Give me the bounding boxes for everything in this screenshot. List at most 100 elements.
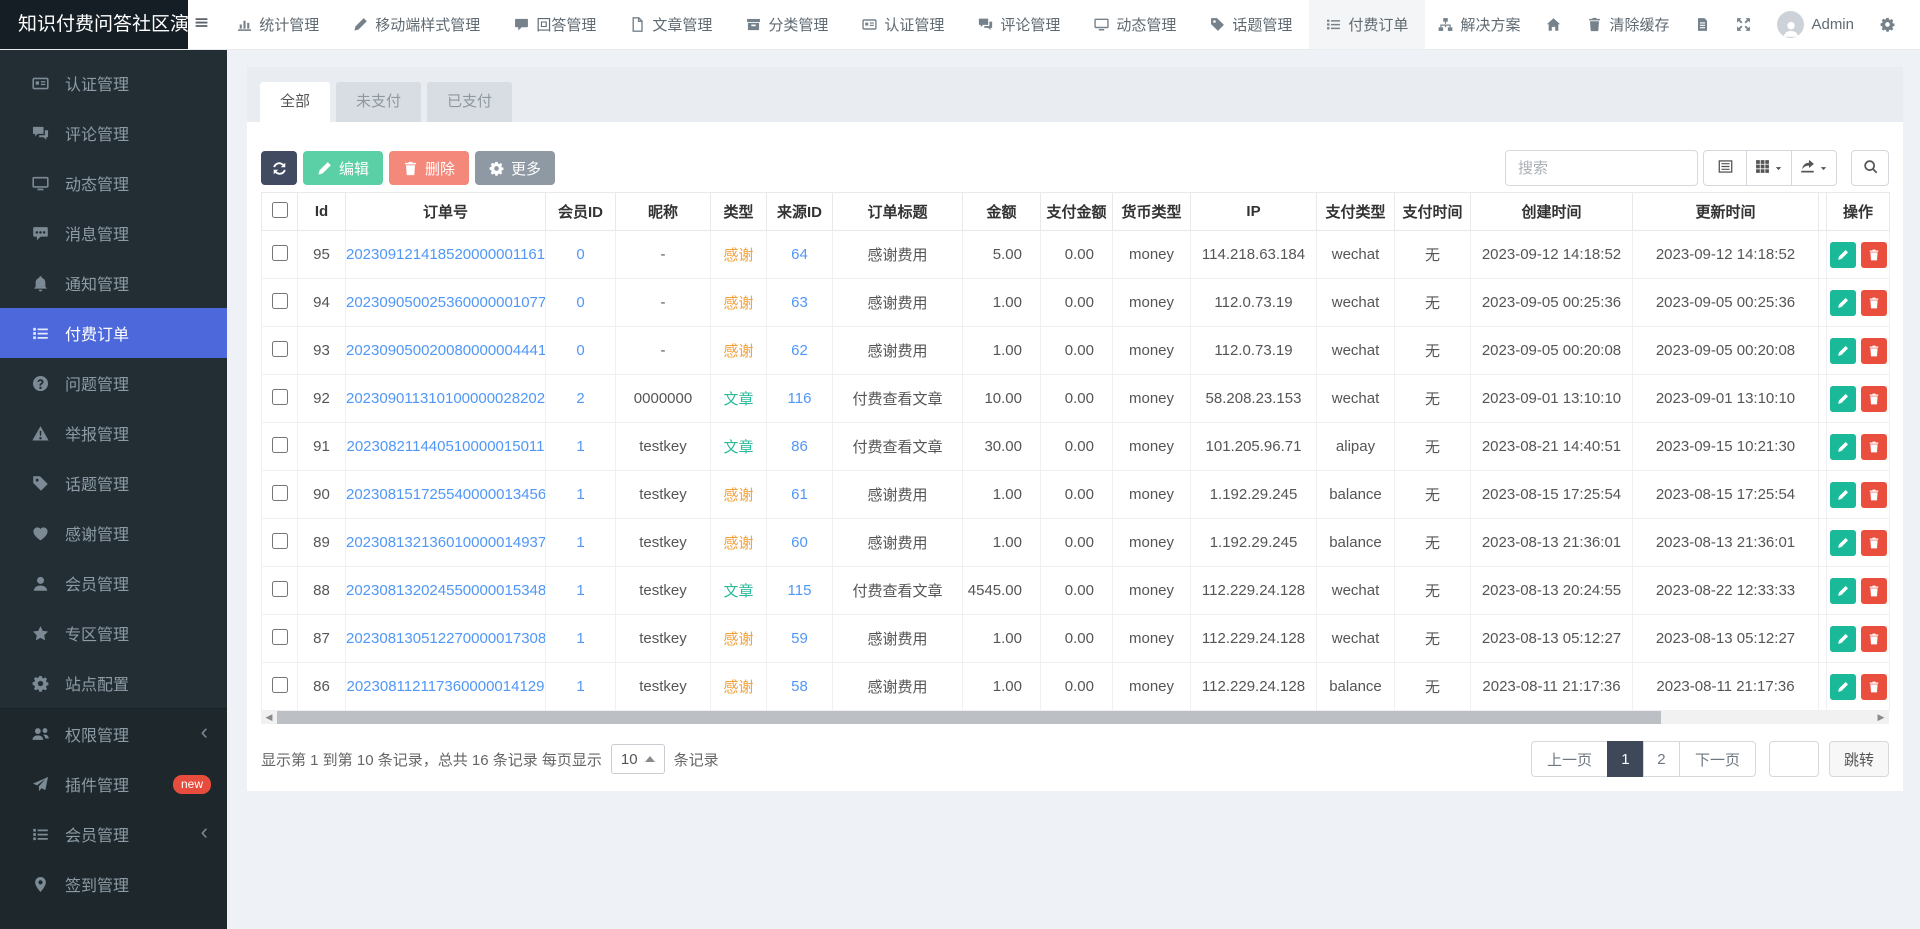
cell-order-no-link[interactable]: 202309050020080000004441 <box>346 342 546 359</box>
sidebar-item[interactable]: 签到管理 <box>0 859 227 909</box>
page-number-button[interactable]: 1 <box>1607 741 1644 777</box>
cell-member-id-link[interactable]: 1 <box>576 438 584 455</box>
scroll-right-arrow[interactable]: ▶ <box>1873 711 1889 724</box>
sidebar-item[interactable]: 感谢管理 <box>0 508 227 558</box>
tab-inactive[interactable]: 未支付 <box>336 82 421 122</box>
cell-member-id-link[interactable]: 1 <box>576 678 584 695</box>
jump-button[interactable]: 跳转 <box>1829 741 1889 777</box>
sidebar-item[interactable]: 话题管理 <box>0 458 227 508</box>
row-checkbox[interactable] <box>272 437 288 453</box>
row-checkbox[interactable] <box>272 293 288 309</box>
top-nav-item[interactable]: 动态管理 <box>1077 0 1193 49</box>
page-size-select[interactable]: 10 <box>611 744 665 774</box>
row-edit-button[interactable] <box>1830 626 1856 652</box>
scrollbar-thumb[interactable] <box>277 711 1661 724</box>
cell-order-no-link[interactable]: 202308211440510000015011 <box>347 438 545 455</box>
row-delete-button[interactable] <box>1861 482 1887 508</box>
row-delete-button[interactable] <box>1861 434 1887 460</box>
top-nav-item[interactable]: Admin <box>1764 0 1867 49</box>
row-delete-button[interactable] <box>1861 290 1887 316</box>
sidebar-item[interactable]: 举报管理 <box>0 408 227 458</box>
sidebar-item[interactable]: 通知管理 <box>0 258 227 308</box>
cell-source-id-link[interactable]: 63 <box>791 294 808 311</box>
cell-source-id-link[interactable]: 58 <box>791 678 808 695</box>
top-nav-icon-button[interactable] <box>1533 0 1574 49</box>
sidebar-item[interactable]: 权限管理‹ <box>0 709 227 759</box>
cell-order-no-link[interactable]: 202309011310100000028202 <box>346 390 545 407</box>
refresh-button[interactable] <box>261 151 297 185</box>
top-nav-item[interactable]: 认证管理 <box>845 0 961 49</box>
row-edit-button[interactable] <box>1830 674 1856 700</box>
cell-order-no-link[interactable]: 202308132024550000015348 <box>346 582 546 599</box>
top-nav-icon-button[interactable] <box>1867 0 1908 49</box>
sidebar-item[interactable]: 问题管理 <box>0 358 227 408</box>
row-edit-button[interactable] <box>1830 290 1856 316</box>
sidebar-item[interactable]: 会员管理 <box>0 558 227 608</box>
select-all-checkbox[interactable] <box>272 202 288 218</box>
top-nav-item[interactable]: 付费订单 <box>1309 0 1425 49</box>
top-nav-icon-button[interactable] <box>1723 0 1764 49</box>
cell-member-id-link[interactable]: 1 <box>576 582 584 599</box>
cell-source-id-link[interactable]: 64 <box>791 246 808 263</box>
cell-member-id-link[interactable]: 0 <box>576 294 584 311</box>
row-checkbox[interactable] <box>272 245 288 261</box>
row-edit-button[interactable] <box>1830 242 1856 268</box>
row-edit-button[interactable] <box>1830 578 1856 604</box>
row-delete-button[interactable] <box>1861 578 1887 604</box>
sidebar-item[interactable]: 站点配置 <box>0 658 227 708</box>
top-nav-item[interactable]: 回答管理 <box>497 0 613 49</box>
sidebar-item[interactable]: 认证管理 <box>0 58 227 108</box>
row-delete-button[interactable] <box>1861 386 1887 412</box>
row-edit-button[interactable] <box>1830 386 1856 412</box>
next-page-button[interactable]: 下一页 <box>1679 741 1756 777</box>
columns-button[interactable] <box>1746 150 1792 186</box>
cell-member-id-link[interactable]: 0 <box>576 342 584 359</box>
row-checkbox[interactable] <box>272 581 288 597</box>
cell-order-no-link[interactable]: 202309050025360000001077 <box>346 294 546 311</box>
cell-member-id-link[interactable]: 0 <box>576 246 584 263</box>
row-delete-button[interactable] <box>1861 530 1887 556</box>
row-edit-button[interactable] <box>1830 530 1856 556</box>
export-button[interactable] <box>1791 150 1837 186</box>
cell-order-no-link[interactable]: 202308112117360000014129 <box>347 678 545 695</box>
row-delete-button[interactable] <box>1861 338 1887 364</box>
row-checkbox[interactable] <box>272 677 288 693</box>
cell-member-id-link[interactable]: 1 <box>576 630 584 647</box>
row-checkbox[interactable] <box>272 485 288 501</box>
edit-button[interactable]: 编辑 <box>303 151 383 185</box>
more-button[interactable]: 更多 <box>475 151 555 185</box>
top-nav-item[interactable]: 移动端样式管理 <box>336 0 497 49</box>
top-nav-item[interactable]: 清除缓存 <box>1574 0 1682 49</box>
cell-member-id-link[interactable]: 2 <box>576 390 584 407</box>
cell-source-id-link[interactable]: 60 <box>791 534 808 551</box>
sidebar-toggle-button[interactable] <box>188 0 214 49</box>
row-checkbox[interactable] <box>272 533 288 549</box>
card-view-button[interactable] <box>1703 150 1747 186</box>
cell-source-id-link[interactable]: 116 <box>788 390 812 407</box>
row-edit-button[interactable] <box>1830 482 1856 508</box>
top-nav-item[interactable]: 分类管理 <box>729 0 845 49</box>
row-delete-button[interactable] <box>1861 242 1887 268</box>
cell-source-id-link[interactable]: 62 <box>791 342 808 359</box>
row-delete-button[interactable] <box>1861 674 1887 700</box>
top-nav-icon-button[interactable] <box>1682 0 1723 49</box>
jump-page-input[interactable] <box>1769 741 1819 777</box>
row-checkbox[interactable] <box>272 389 288 405</box>
sidebar-item[interactable]: 动态管理 <box>0 158 227 208</box>
tab-inactive[interactable]: 已支付 <box>427 82 512 122</box>
prev-page-button[interactable]: 上一页 <box>1531 741 1608 777</box>
cell-member-id-link[interactable]: 1 <box>576 534 584 551</box>
cell-member-id-link[interactable]: 1 <box>576 486 584 503</box>
row-delete-button[interactable] <box>1861 626 1887 652</box>
top-nav-item[interactable]: 文章管理 <box>613 0 729 49</box>
top-nav-item[interactable]: 评论管理 <box>961 0 1077 49</box>
top-nav-item[interactable]: 话题管理 <box>1193 0 1309 49</box>
sidebar-item[interactable]: 会员管理‹ <box>0 809 227 859</box>
delete-button[interactable]: 删除 <box>389 151 469 185</box>
cell-source-id-link[interactable]: 115 <box>788 582 812 599</box>
cell-order-no-link[interactable]: 202308151725540000013456 <box>346 486 546 503</box>
row-checkbox[interactable] <box>272 341 288 357</box>
row-edit-button[interactable] <box>1830 338 1856 364</box>
row-edit-button[interactable] <box>1830 434 1856 460</box>
page-number-button[interactable]: 2 <box>1643 741 1680 777</box>
